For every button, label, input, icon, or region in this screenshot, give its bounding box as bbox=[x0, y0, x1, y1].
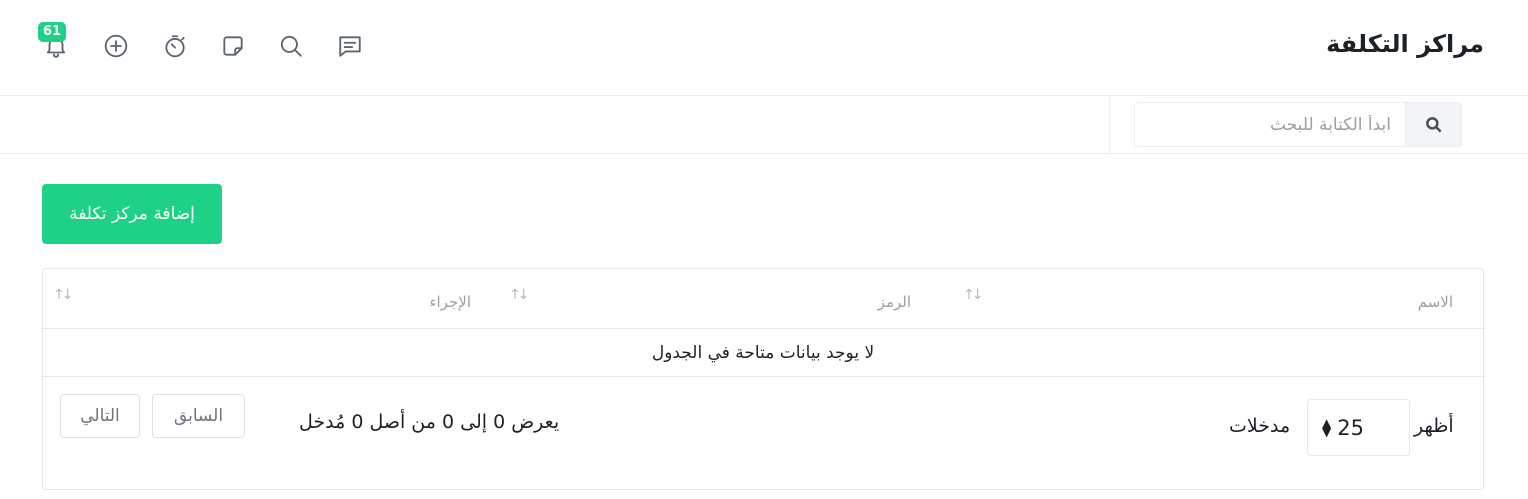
column-header-name[interactable]: الاسم bbox=[1418, 293, 1453, 311]
sticky-notes-button[interactable] bbox=[217, 30, 249, 62]
next-page-button[interactable]: التالي bbox=[60, 394, 140, 438]
notification-count-badge: 61 bbox=[38, 22, 67, 42]
notifications-button[interactable]: 61 bbox=[38, 22, 72, 62]
column-header-action[interactable]: الإجراء bbox=[430, 293, 472, 311]
sort-icon[interactable]: ↓↑ bbox=[963, 287, 984, 303]
search-box bbox=[1134, 102, 1462, 147]
search-icon bbox=[1425, 116, 1442, 133]
add-cost-center-button[interactable]: إضافة مركز تكلفة bbox=[42, 184, 222, 244]
search-submit-button[interactable] bbox=[1405, 103, 1461, 146]
column-header-code[interactable]: الرمز bbox=[878, 293, 911, 311]
entries-label: مدخلات bbox=[1229, 415, 1291, 437]
page-length-value: 25 bbox=[1337, 415, 1364, 440]
cost-centers-table: الاسم ↓↑ الرمز ↓↑ الإجراء ↓↑ لا يوجد بيا… bbox=[42, 268, 1484, 490]
sticky-note-icon bbox=[223, 36, 243, 56]
page: مراكز التكلفة 61 ابدأ الكتابة للبحث إضاف… bbox=[0, 0, 1528, 499]
sort-icon[interactable]: ↓↑ bbox=[509, 287, 530, 303]
timer-button[interactable] bbox=[159, 30, 191, 62]
page-length-select[interactable]: ▲ ▼ 25 bbox=[1307, 399, 1410, 456]
search-icon bbox=[280, 35, 302, 57]
empty-table-row: لا يوجد بيانات متاحة في الجدول bbox=[43, 329, 1483, 377]
timer-icon bbox=[165, 35, 185, 58]
previous-page-button[interactable]: السابق bbox=[152, 394, 245, 438]
message-icon bbox=[339, 36, 361, 57]
search-divider bbox=[1109, 96, 1110, 153]
top-header: مراكز التكلفة 61 bbox=[0, 0, 1528, 96]
select-arrows-icon: ▲ ▼ bbox=[1322, 415, 1332, 439]
plus-circle-icon bbox=[104, 34, 128, 58]
global-search-button[interactable] bbox=[275, 30, 307, 62]
page-title: مراكز التكلفة bbox=[1326, 30, 1484, 58]
quick-add-button[interactable] bbox=[100, 30, 132, 62]
table-header: الاسم ↓↑ الرمز ↓↑ الإجراء ↓↑ bbox=[43, 269, 1483, 329]
table-info: يعرض 0 إلى 0 من أصل 0 مُدخل bbox=[299, 411, 560, 433]
messages-button[interactable] bbox=[334, 30, 366, 62]
search-bar-row bbox=[0, 96, 1528, 154]
show-label: أظهر bbox=[1414, 415, 1454, 437]
search-input[interactable] bbox=[1135, 103, 1405, 146]
sort-icon[interactable]: ↓↑ bbox=[53, 287, 74, 303]
